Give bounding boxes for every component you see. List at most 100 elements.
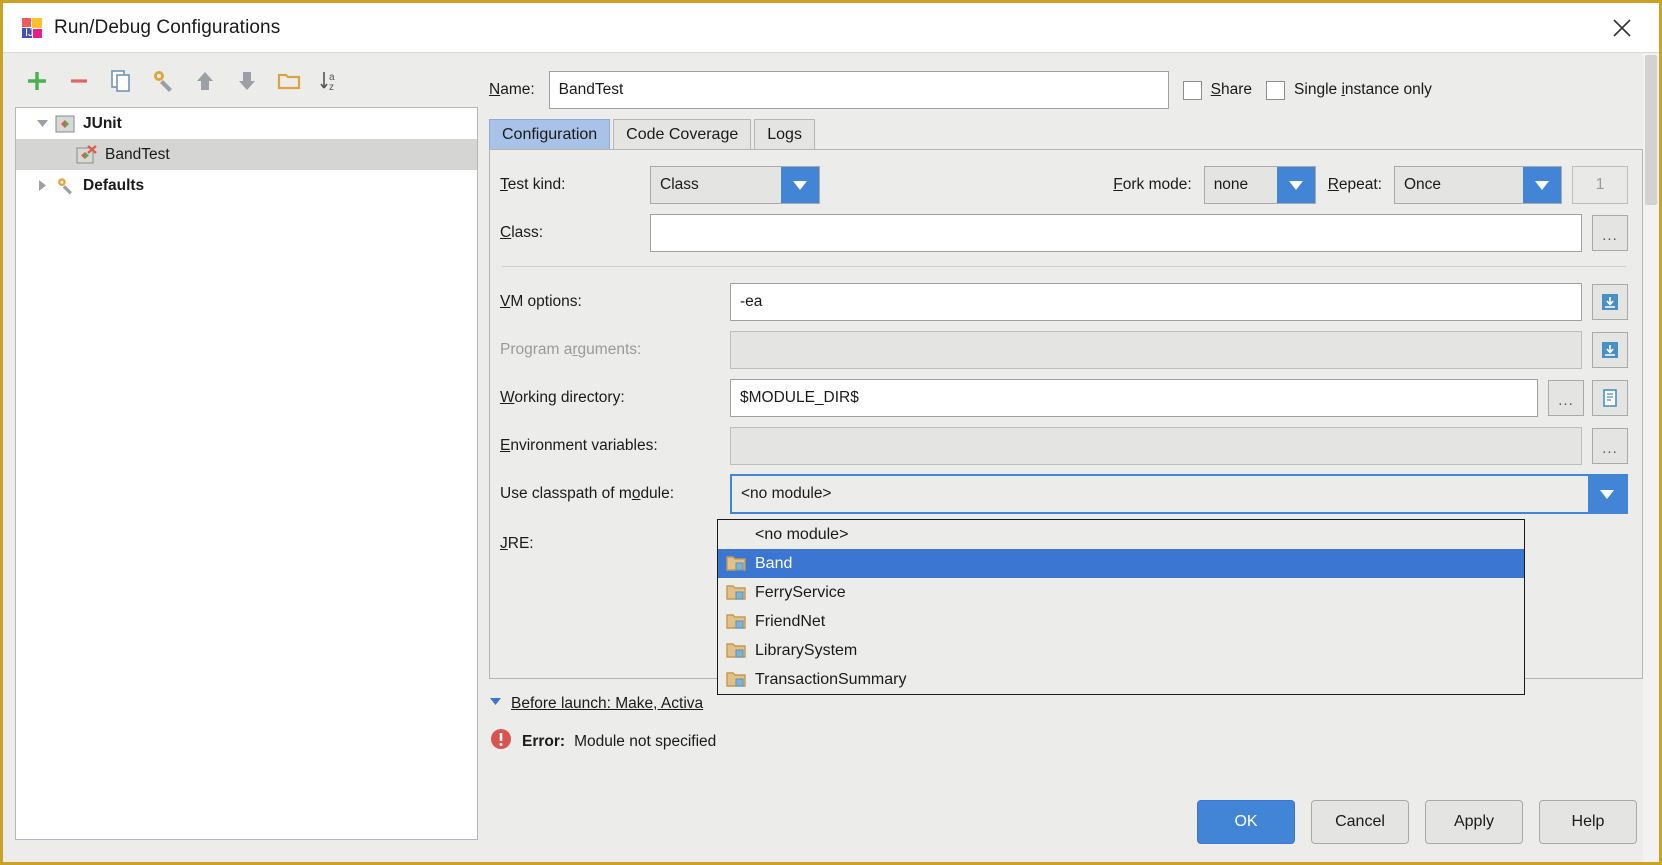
error-row: Error: Module not specified xyxy=(489,727,1659,756)
module-dropdown-popup[interactable]: <no module> Band FerryService FriendNet … xyxy=(717,519,1525,695)
environment-variables-input[interactable] xyxy=(730,427,1582,465)
wrench-icon xyxy=(54,176,76,196)
scrollbar-thumb[interactable] xyxy=(1645,55,1657,205)
tree-item-label: JUnit xyxy=(83,114,122,132)
close-icon[interactable] xyxy=(1599,5,1645,51)
dropdown-item-label: LibrarySystem xyxy=(755,641,858,659)
configuration-editor-panel: Name: BandTest Share Single instance onl… xyxy=(481,53,1659,862)
dropdown-item-friendnet[interactable]: FriendNet xyxy=(718,607,1524,636)
dropdown-item-label: FerryService xyxy=(755,583,846,601)
folder-icon[interactable] xyxy=(269,61,309,101)
name-label: Name: xyxy=(489,81,535,98)
working-directory-row: Working directory: $MODULE_DIR$ ... xyxy=(500,379,1628,417)
vm-options-input[interactable]: -ea xyxy=(730,283,1582,321)
tab-logs[interactable]: Logs xyxy=(754,119,815,149)
configurations-tree[interactable]: JUnit BandTest Defaults xyxy=(15,107,478,840)
repeat-label: Repeat: xyxy=(1327,176,1382,193)
dropdown-item-librarysystem[interactable]: LibrarySystem xyxy=(718,636,1524,665)
dropdown-item-band[interactable]: Band xyxy=(718,549,1524,578)
chevron-down-icon[interactable] xyxy=(1276,167,1315,203)
class-input[interactable] xyxy=(650,214,1582,252)
use-classpath-select[interactable]: <no module> xyxy=(730,474,1628,514)
dropdown-item-no-module[interactable]: <no module> xyxy=(718,520,1524,549)
test-kind-select[interactable]: Class xyxy=(650,166,820,204)
chevron-down-icon[interactable] xyxy=(489,695,502,713)
fork-mode-value: none xyxy=(1213,176,1249,193)
tab-code-coverage[interactable]: Code Coverage xyxy=(613,119,752,149)
dialog-title: Run/Debug Configurations xyxy=(54,16,281,38)
separator xyxy=(502,266,1626,267)
tree-item-defaults[interactable]: Defaults xyxy=(16,170,477,201)
cancel-button[interactable]: Cancel xyxy=(1311,800,1409,844)
working-directory-input[interactable]: $MODULE_DIR$ xyxy=(730,379,1538,417)
chevron-down-icon[interactable] xyxy=(1588,476,1626,512)
chevron-down-icon[interactable] xyxy=(30,117,54,130)
sort-az-icon[interactable]: a z xyxy=(311,61,351,101)
minus-icon[interactable] xyxy=(59,61,99,101)
tab-configuration[interactable]: Configuration xyxy=(489,119,611,149)
dialog-body: a z JUnit BandTest Defaults Name: BandTe… xyxy=(3,53,1659,862)
dialog-button-bar: OK Cancel Apply Help xyxy=(1197,800,1637,844)
class-browse-button[interactable]: ... xyxy=(1592,215,1628,251)
vertical-scrollbar[interactable] xyxy=(1643,53,1659,862)
arrow-down-icon[interactable] xyxy=(227,61,267,101)
copy-icon[interactable] xyxy=(101,61,141,101)
repeat-count-input[interactable]: 1 xyxy=(1572,166,1628,204)
error-icon xyxy=(489,727,513,756)
chevron-right-icon[interactable] xyxy=(30,179,54,192)
vm-options-row: VM options: -ea xyxy=(500,283,1628,321)
test-kind-row: Test kind: Class Fork mode: none Repeat:… xyxy=(500,166,1628,204)
dropdown-item-transactionsummary[interactable]: TransactionSummary xyxy=(718,665,1524,694)
tree-item-junit[interactable]: JUnit xyxy=(16,108,477,139)
arrow-up-icon[interactable] xyxy=(185,61,225,101)
dropdown-item-label: <no module> xyxy=(755,525,849,543)
tree-item-label: Defaults xyxy=(83,176,145,194)
error-message: Module not specified xyxy=(574,732,717,750)
intellij-idea-icon: IJ xyxy=(21,17,43,39)
tree-item-bandtest[interactable]: BandTest xyxy=(16,139,477,170)
dropdown-item-label: FriendNet xyxy=(755,612,826,630)
dropdown-item-label: Band xyxy=(755,554,793,572)
expand-field-icon[interactable] xyxy=(1592,332,1628,368)
error-prefix: Error: xyxy=(522,732,566,750)
configurations-panel: a z JUnit BandTest Defaults xyxy=(3,53,481,862)
single-instance-checkbox[interactable]: Single instance only xyxy=(1266,80,1432,100)
chevron-down-icon[interactable] xyxy=(1523,167,1561,203)
ok-button[interactable]: OK xyxy=(1197,800,1295,844)
module-folder-icon xyxy=(726,613,748,630)
expand-field-icon[interactable] xyxy=(1592,284,1628,320)
module-folder-icon xyxy=(726,555,748,572)
name-row: Name: BandTest Share Single instance onl… xyxy=(483,53,1659,111)
before-launch-row[interactable]: Before launch: Make, Activa xyxy=(489,695,1659,713)
class-label: Class: xyxy=(500,224,544,241)
title-bar: IJ Run/Debug Configurations xyxy=(3,3,1659,53)
single-instance-checkbox-box[interactable] xyxy=(1266,80,1286,100)
repeat-value: Once xyxy=(1404,176,1442,193)
configurations-toolbar: a z xyxy=(3,55,481,107)
wrench-icon[interactable] xyxy=(143,61,183,101)
share-checkbox-box[interactable] xyxy=(1182,80,1202,100)
jre-label: JRE: xyxy=(500,535,534,552)
program-arguments-input[interactable] xyxy=(730,331,1582,369)
help-button[interactable]: Help xyxy=(1539,800,1637,844)
apply-button[interactable]: Apply xyxy=(1425,800,1523,844)
chevron-down-icon[interactable] xyxy=(781,167,819,203)
environment-variables-browse-button[interactable]: ... xyxy=(1592,428,1628,464)
share-checkbox[interactable]: Share xyxy=(1182,80,1252,100)
plus-icon[interactable] xyxy=(17,61,57,101)
vm-options-label: VM options: xyxy=(500,293,582,310)
environment-variables-label: Environment variables: xyxy=(500,437,658,454)
program-arguments-label: Program arguments: xyxy=(500,341,642,358)
junit-icon xyxy=(54,115,76,133)
tree-item-label: BandTest xyxy=(105,145,170,163)
fork-mode-select[interactable]: none xyxy=(1203,166,1316,204)
test-kind-value: Class xyxy=(660,176,699,193)
repeat-select[interactable]: Once xyxy=(1394,166,1562,204)
environment-variables-row: Environment variables: ... xyxy=(500,427,1628,465)
single-instance-label: Single instance only xyxy=(1294,81,1432,98)
program-arguments-row: Program arguments: xyxy=(500,331,1628,369)
working-directory-browse-button[interactable]: ... xyxy=(1548,380,1584,416)
dropdown-item-ferryservice[interactable]: FerryService xyxy=(718,578,1524,607)
name-input[interactable]: BandTest xyxy=(548,71,1169,109)
macros-icon[interactable] xyxy=(1592,380,1628,416)
